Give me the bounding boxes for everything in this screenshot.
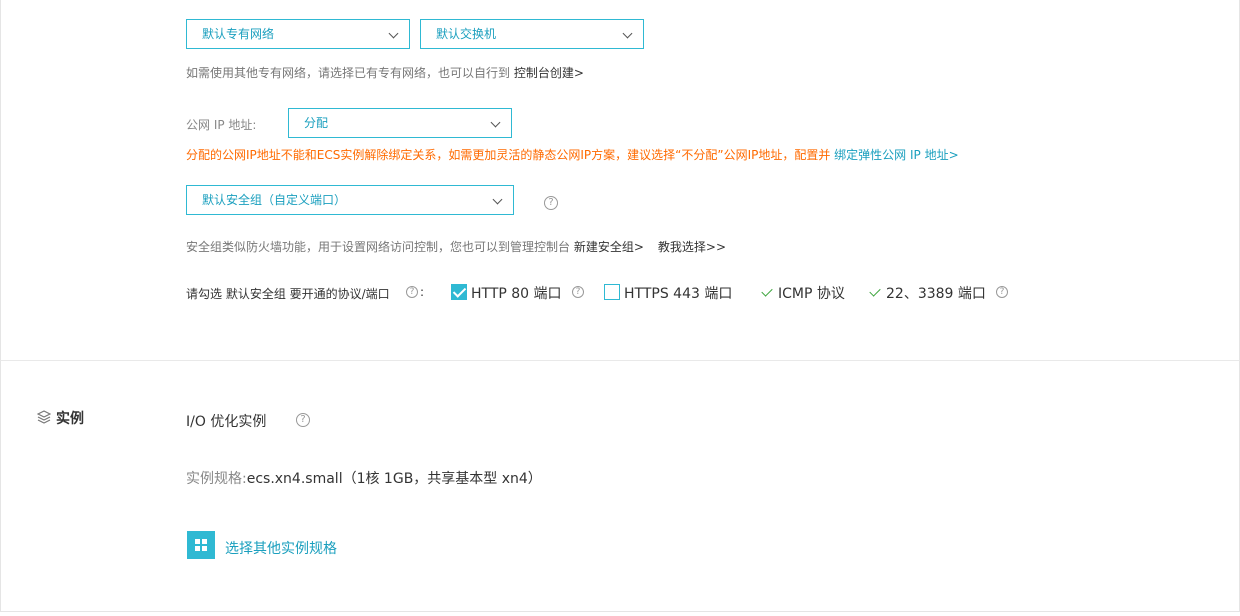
- chevron-down-icon: [388, 28, 399, 39]
- console-create-link[interactable]: 控制台创建>: [514, 66, 584, 80]
- chevron-down-icon: [492, 194, 503, 205]
- check-icon: [869, 285, 881, 297]
- network-hint-text: 如需使用其他专有网络，请选择已有专有网络，也可以自行到: [186, 66, 514, 80]
- security-group-select-value: 默认安全组（自定义端口）: [202, 193, 347, 207]
- ports-22-3389-label: 22、3389 端口: [886, 286, 986, 302]
- public-ip-warning: 分配的公网IP地址不能和ECS实例解除绑定关系，如需更加灵活的静态公网IP方案，…: [186, 146, 959, 163]
- question-circle-icon[interactable]: ?: [996, 286, 1008, 298]
- chevron-down-icon: [490, 117, 501, 128]
- choose-other-spec-link[interactable]: 选择其他实例规格: [225, 538, 337, 558]
- create-security-group-link[interactable]: 新建安全组>: [574, 240, 644, 254]
- question-circle-icon[interactable]: ?: [544, 196, 558, 210]
- public-ip-warning-text: 分配的公网IP地址不能和ECS实例解除绑定关系，如需更加灵活的静态公网IP方案，…: [186, 148, 835, 162]
- vswitch-select[interactable]: 默认交换机: [420, 19, 644, 49]
- question-circle-icon[interactable]: ?: [406, 286, 418, 298]
- public-ip-select[interactable]: 分配: [288, 108, 512, 138]
- instance-spec-label: 实例规格:: [186, 471, 247, 487]
- check-icon: [761, 285, 773, 297]
- vpc-select-value: 默认专有网络: [202, 27, 275, 41]
- bind-eip-link[interactable]: 绑定弹性公网 IP 地址>: [834, 148, 958, 162]
- instance-section-title: 实例: [56, 411, 84, 427]
- question-circle-icon[interactable]: ?: [296, 413, 310, 427]
- io-optimized-label: I/O 优化实例: [186, 414, 267, 430]
- protocol-ports-colon: :: [420, 285, 425, 299]
- instance-spec: 实例规格:ecs.xn4.small（1核 1GB，共享基本型 xn4）: [186, 468, 542, 488]
- security-group-hint-text: 安全组类似防火墙功能，用于设置网络访问控制，您也可以到管理控制台: [186, 240, 574, 254]
- http-80-label: HTTP 80 端口: [471, 286, 562, 302]
- http-80-checkbox[interactable]: [451, 284, 467, 300]
- vswitch-select-value: 默认交换机: [436, 27, 497, 41]
- network-hint: 如需使用其他专有网络，请选择已有专有网络，也可以自行到 控制台创建>: [186, 64, 584, 81]
- instance-panel: 实例 I/O 优化实例 ? 实例规格:ecs.xn4.small（1核 1GB，…: [0, 361, 1240, 612]
- public-ip-label: 公网 IP 地址:: [186, 118, 257, 132]
- teach-me-choose-link[interactable]: 教我选择>>: [658, 240, 726, 254]
- vpc-select[interactable]: 默认专有网络: [186, 19, 410, 49]
- public-ip-select-value: 分配: [304, 116, 329, 130]
- network-settings-panel: 默认专有网络 默认交换机 如需使用其他专有网络，请选择已有专有网络，也可以自行到…: [0, 0, 1240, 361]
- chevron-down-icon: [622, 28, 633, 39]
- grid-icon[interactable]: [187, 531, 215, 559]
- instance-spec-value: ecs.xn4.small（1核 1GB，共享基本型 xn4）: [246, 471, 542, 487]
- protocol-ports-label: 请勾选 默认安全组 要开通的协议/端口: [186, 287, 390, 301]
- layers-icon: [37, 410, 51, 424]
- https-443-checkbox[interactable]: [604, 284, 620, 300]
- security-group-hint: 安全组类似防火墙功能，用于设置网络访问控制，您也可以到管理控制台 新建安全组> 教…: [186, 238, 726, 255]
- question-circle-icon[interactable]: ?: [572, 286, 584, 298]
- https-443-label: HTTPS 443 端口: [624, 286, 733, 302]
- icmp-label: ICMP 协议: [778, 286, 845, 302]
- security-group-select[interactable]: 默认安全组（自定义端口）: [186, 185, 514, 215]
